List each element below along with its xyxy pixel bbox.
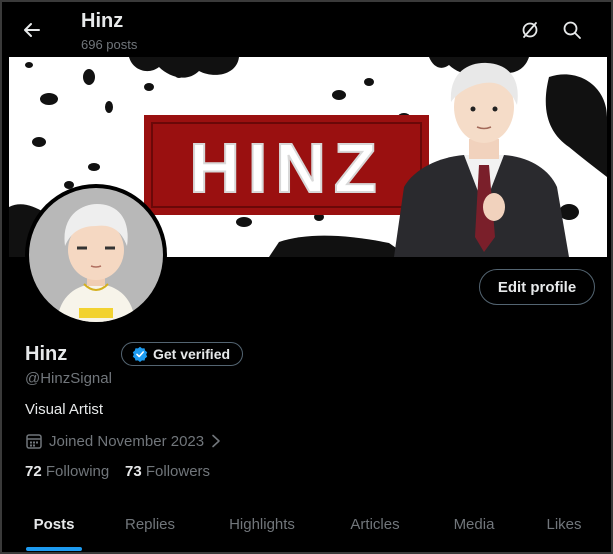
back-button[interactable]: [16, 14, 48, 46]
join-date: Joined November 2023: [25, 432, 222, 450]
edit-profile-button[interactable]: Edit profile: [479, 269, 595, 305]
followers-link[interactable]: 73 Followers: [125, 463, 210, 480]
profile-page: Hinz 696 posts HINZ Edit profile Hinz Ge…: [2, 2, 611, 552]
top-bar: Hinz 696 posts: [2, 2, 611, 56]
profile-name: Hinz: [25, 343, 68, 365]
search-icon: [563, 21, 581, 39]
avatar[interactable]: [25, 184, 167, 326]
profile-handle: @HinzSignal: [25, 370, 112, 387]
grok-icon: [522, 22, 538, 38]
chevron-right-icon[interactable]: [210, 434, 222, 448]
following-count: 72: [25, 463, 42, 480]
tab-highlights[interactable]: Highlights: [208, 497, 316, 552]
header-title: Hinz: [81, 10, 124, 32]
avatar-image: [29, 188, 163, 322]
tab-replies[interactable]: Replies: [106, 497, 194, 552]
profile-tabs: Posts Replies Highlights Articles Media …: [2, 497, 611, 552]
calendar-icon: [26, 434, 42, 449]
following-link[interactable]: 72 Following: [25, 463, 109, 480]
arrow-left-icon: [24, 23, 40, 37]
followers-label: Followers: [145, 463, 211, 480]
active-tab-indicator: [26, 547, 82, 551]
tab-posts[interactable]: Posts: [12, 497, 96, 552]
tab-likes[interactable]: Likes: [524, 497, 604, 552]
tab-media[interactable]: Media: [432, 497, 516, 552]
tab-articles[interactable]: Articles: [328, 497, 422, 552]
following-label: Following: [45, 463, 110, 480]
profile-bio: Visual Artist: [25, 401, 104, 418]
search-button[interactable]: [556, 14, 588, 46]
grok-button[interactable]: [514, 14, 546, 46]
get-verified-label: Get verified: [153, 346, 231, 362]
post-count: 696 posts: [81, 37, 138, 52]
get-verified-button[interactable]: Get verified: [121, 342, 244, 366]
join-date-text: Joined November 2023: [49, 432, 205, 450]
verified-badge-icon: [132, 346, 148, 362]
banner-logo-text: HINZ: [189, 129, 384, 207]
followers-count: 73: [125, 463, 142, 480]
